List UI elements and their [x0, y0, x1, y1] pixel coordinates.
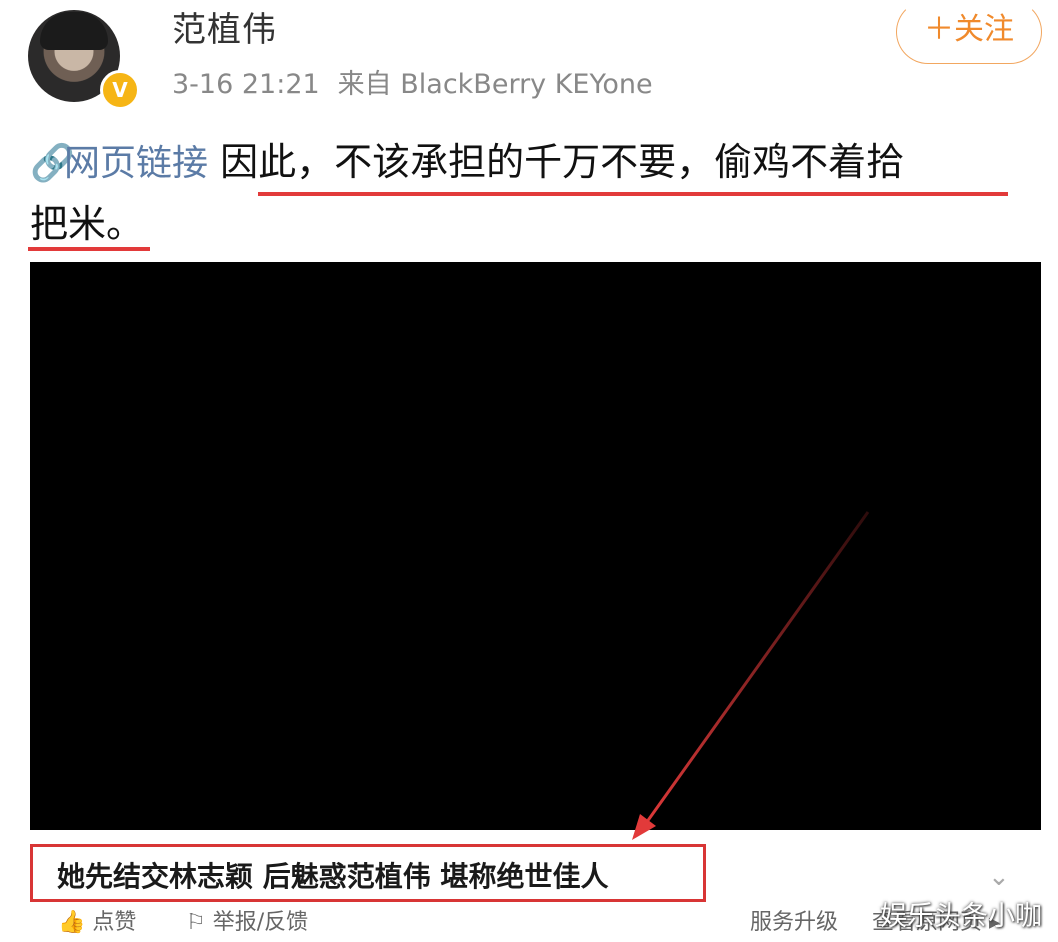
report-button[interactable]: ⚐ 举报/反馈	[186, 904, 308, 936]
like-button[interactable]: 👍 点赞	[58, 904, 136, 936]
highlighted-caption-box[interactable]: 她先结交林志颖 后魅惑范植伟 堪称绝世佳人	[30, 844, 706, 902]
red-arrow-annotation	[632, 511, 870, 840]
like-label: 点赞	[92, 910, 137, 935]
card-caption: 她先结交林志颖 后魅惑范植伟 堪称绝世佳人	[57, 860, 609, 893]
watermark-text: 娱乐头条小咖	[880, 901, 1042, 932]
report-icon: ⚐	[186, 910, 206, 935]
chevron-down-icon[interactable]: ⌄	[988, 862, 1010, 892]
report-label: 举报/反馈	[212, 910, 309, 935]
thumbs-up-icon: 👍	[58, 910, 86, 935]
upgrade-link[interactable]: 服务升级	[750, 904, 838, 936]
